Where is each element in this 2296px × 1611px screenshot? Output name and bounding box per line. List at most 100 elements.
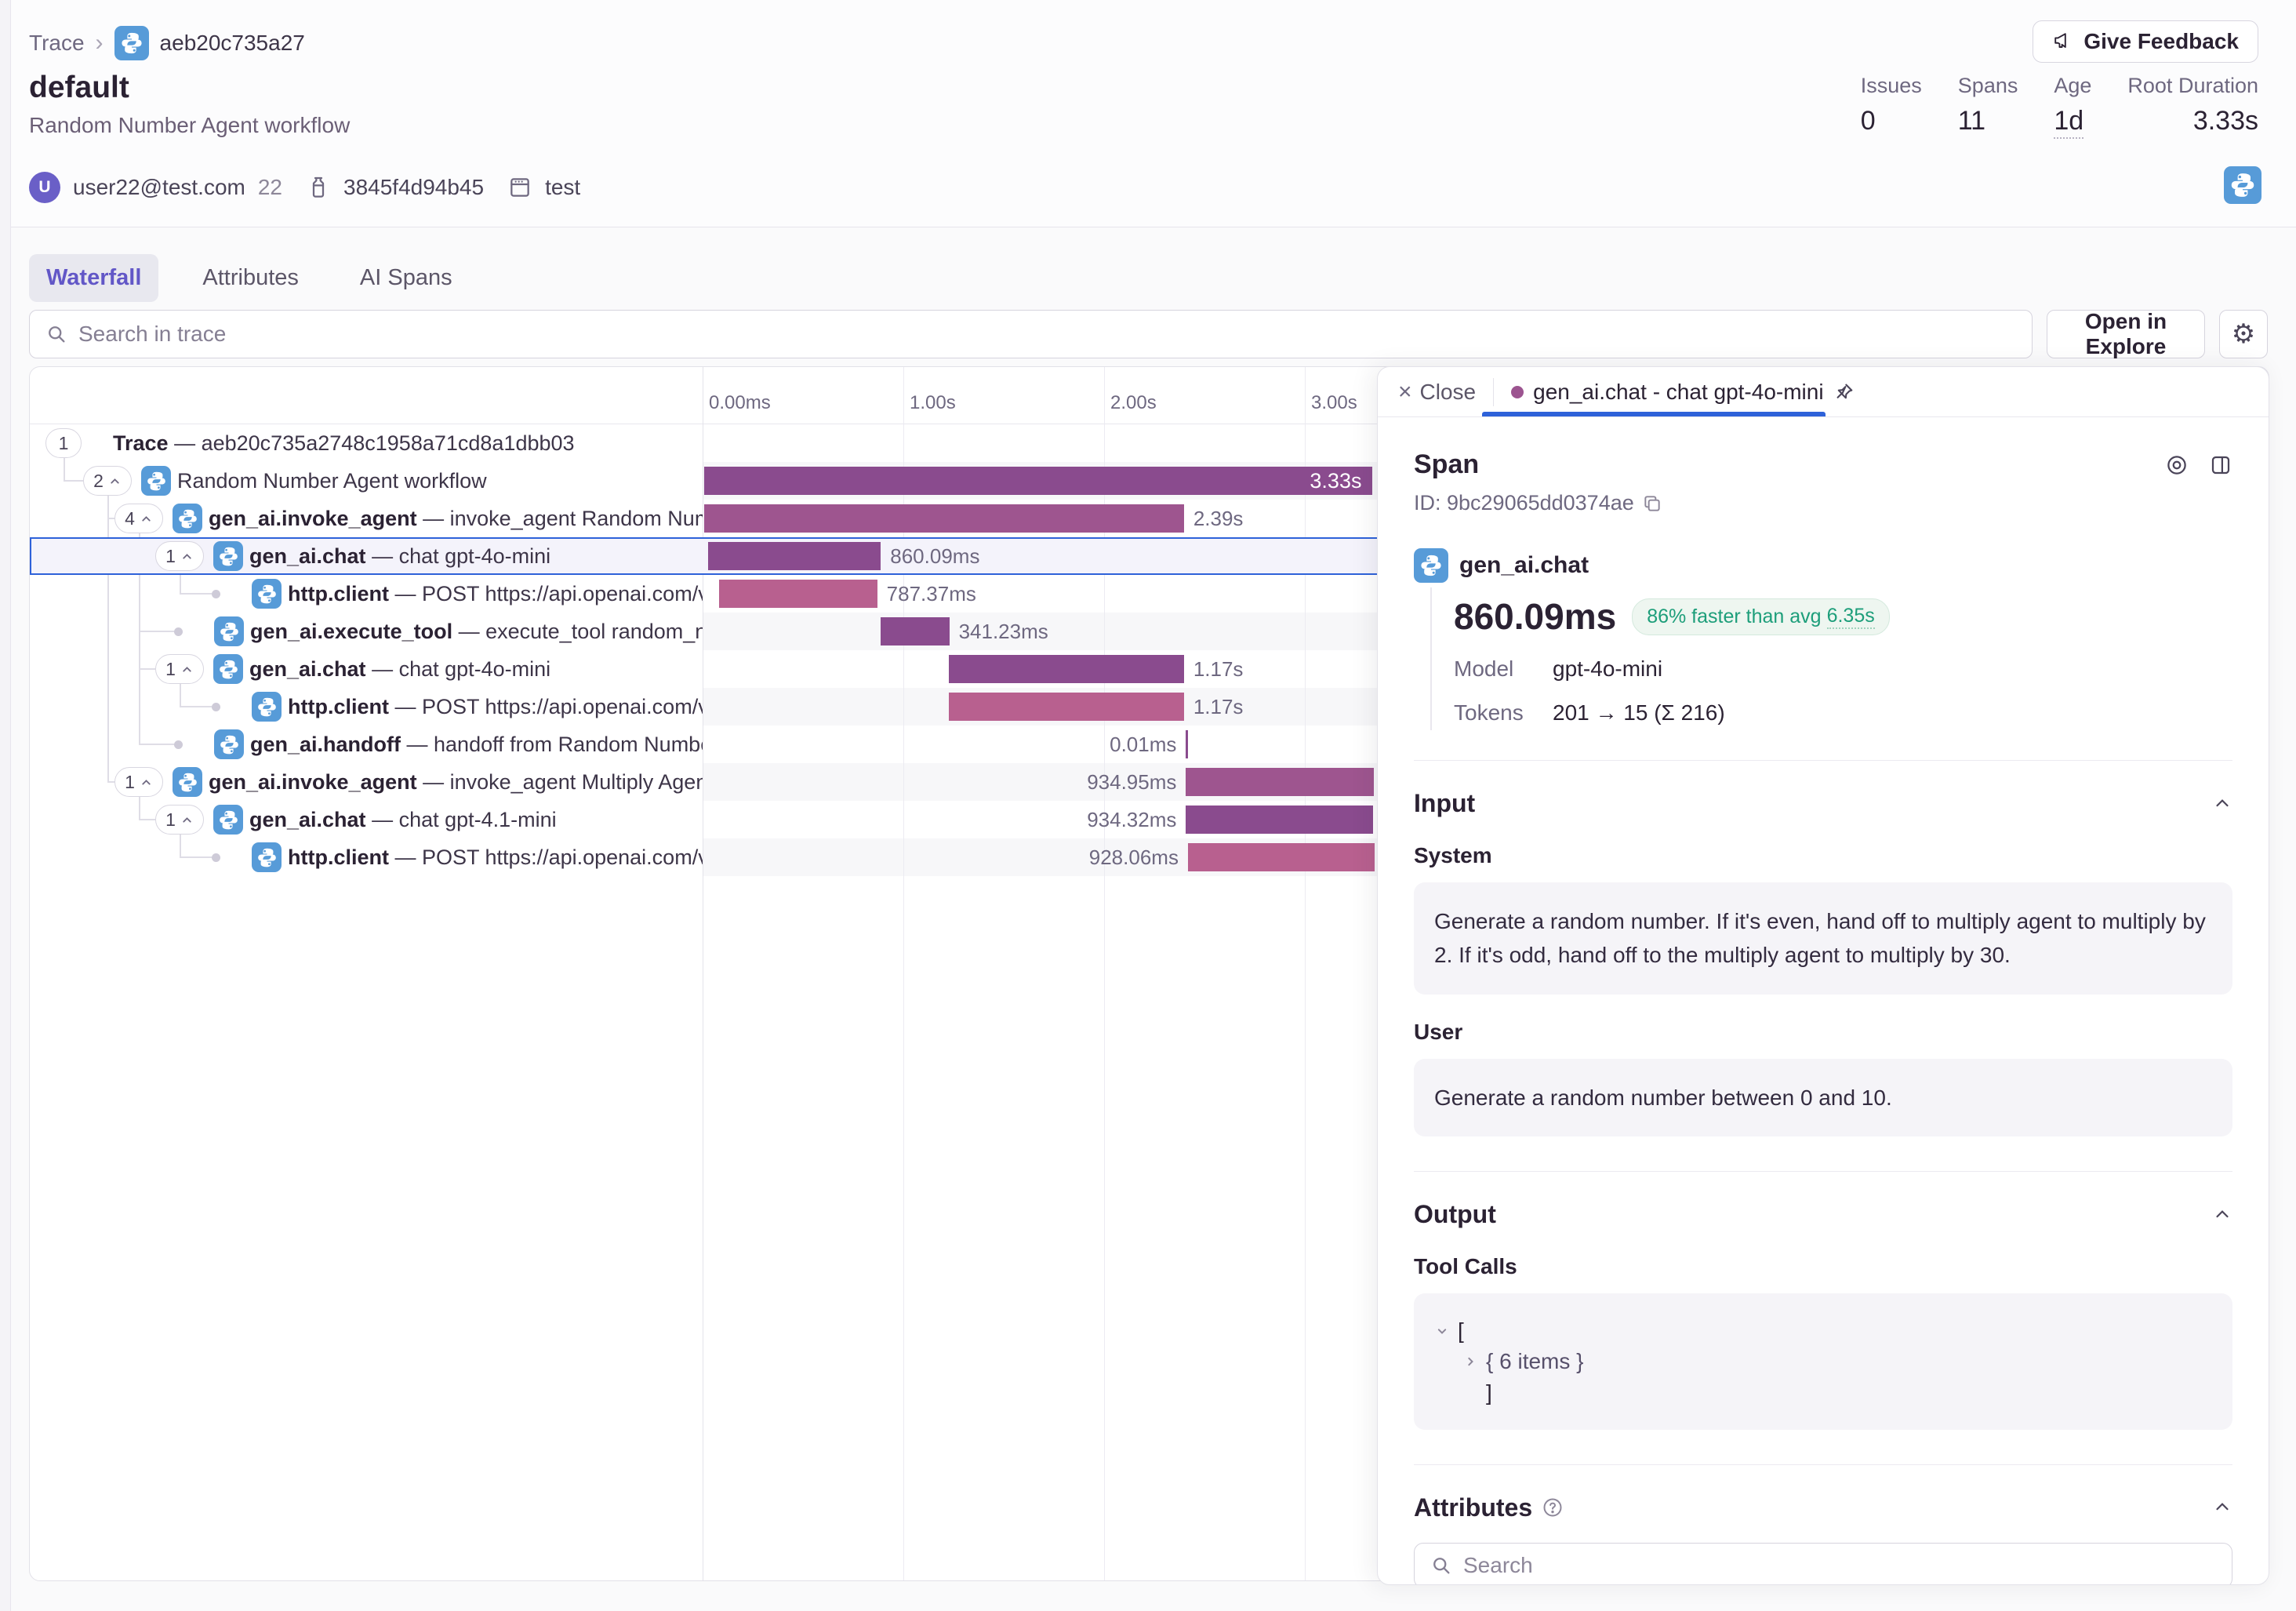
span-heading: Span <box>1414 449 1479 480</box>
input-section-heading: Input <box>1414 789 1475 818</box>
duration-bar[interactable] <box>949 655 1184 683</box>
release-id[interactable]: 3845f4d94b45 <box>343 175 484 200</box>
badge-avg-value: 6.35s <box>1827 605 1875 629</box>
view-tabs: Waterfall Attributes AI Spans <box>29 254 470 302</box>
span-name-label: gen_ai.invoke_agent — invoke_agent Multi… <box>209 763 703 801</box>
duration-bar[interactable] <box>949 693 1184 721</box>
system-label: System <box>1414 843 2232 868</box>
side-panel-icon[interactable] <box>2209 453 2232 477</box>
duration-bar[interactable] <box>704 504 1184 533</box>
duration-bar[interactable] <box>1186 730 1188 758</box>
stat-value: 11 <box>1958 106 2018 136</box>
span-count-chip[interactable]: 1 <box>155 805 204 835</box>
environment-value[interactable]: test <box>545 175 580 200</box>
chevron-up-icon[interactable] <box>2212 1497 2232 1518</box>
json-close-bracket: ] <box>1486 1377 1492 1408</box>
duration-label: 928.06ms <box>1089 838 1179 876</box>
span-count-chip[interactable]: 1 <box>155 654 204 684</box>
tab-waterfall[interactable]: Waterfall <box>29 254 158 302</box>
section-divider <box>1414 760 2232 761</box>
duration-label: 860.09ms <box>890 537 979 575</box>
close-icon[interactable]: × <box>1398 379 1412 405</box>
collapse-caret-icon <box>108 475 122 488</box>
duration-bar[interactable] <box>1186 768 1373 796</box>
json-collapsed-object[interactable]: { 6 items } <box>1486 1346 1584 1376</box>
stat-issues: Issues 0 <box>1861 74 1922 136</box>
span-id: ID: 9bc29065dd0374ae <box>1414 491 1634 515</box>
span-name-label: gen_ai.handoff — handoff from Random Num… <box>250 725 703 763</box>
attributes-section-heading: Attributes <box>1414 1493 1532 1522</box>
section-divider <box>1414 1171 2232 1172</box>
span-count-chip[interactable]: 1 <box>114 767 163 797</box>
span-count-chip[interactable]: 2 <box>83 466 132 496</box>
python-icon <box>173 767 202 797</box>
duration-bar[interactable] <box>708 542 881 570</box>
user-count: 22 <box>258 175 282 200</box>
tree-node-dot <box>212 590 220 598</box>
breadcrumb-trace-link[interactable]: Trace <box>29 31 85 56</box>
tokens-label: Tokens <box>1454 700 1553 725</box>
environment-icon <box>507 175 532 200</box>
tokens-value: 201 → 15 (Σ 216) <box>1553 700 1725 725</box>
collapse-caret-icon <box>180 550 194 563</box>
breadcrumb-trace-id: aeb20c735a27 <box>160 31 305 56</box>
duration-label: 2.39s <box>1193 500 1244 537</box>
span-count-chip[interactable]: 1 <box>155 541 204 571</box>
close-button[interactable]: Close <box>1420 380 1477 405</box>
attributes-search-input[interactable]: Search <box>1414 1543 2232 1584</box>
trace-search-placeholder: Search in trace <box>78 322 226 347</box>
attributes-search-placeholder: Search <box>1463 1553 1533 1578</box>
section-divider <box>1414 1464 2232 1465</box>
chevron-up-icon[interactable] <box>2212 1205 2232 1225</box>
duration-label: 1.17s <box>1193 688 1244 725</box>
copy-icon[interactable] <box>1642 493 1662 514</box>
duration-label: 934.95ms <box>1087 763 1176 801</box>
span-duration: 860.09ms <box>1454 595 1616 638</box>
duration-bar[interactable] <box>704 467 1372 495</box>
span-name-label: http.client — POST https://api.openai.co… <box>288 838 703 876</box>
duration-bar[interactable] <box>719 580 877 608</box>
duration-label: 3.33s <box>1310 462 1361 500</box>
python-icon <box>173 504 202 533</box>
span-name-label: gen_ai.chat — chat gpt-4.1-mini <box>249 801 557 838</box>
python-icon <box>114 26 149 60</box>
stat-value: 3.33s <box>2127 106 2258 136</box>
user-email[interactable]: user22@test.com <box>73 175 245 200</box>
python-icon <box>1414 548 1448 583</box>
chevron-up-icon[interactable] <box>2212 794 2232 814</box>
focus-span-icon[interactable] <box>2165 453 2189 477</box>
duration-bar[interactable] <box>1188 843 1375 871</box>
stat-value[interactable]: 1d <box>2054 106 2091 136</box>
left-rail <box>0 0 11 1611</box>
output-section-heading: Output <box>1414 1200 1496 1229</box>
span-count-chip[interactable]: 4 <box>114 504 163 533</box>
topbar-divider <box>1493 378 1494 406</box>
open-in-explore-button[interactable]: Open in Explore <box>2047 310 2205 358</box>
duration-label: 787.37ms <box>887 575 976 613</box>
json-open-bracket: [ <box>1458 1315 1464 1346</box>
megaphone-icon <box>2052 31 2074 53</box>
gear-icon: ⚙ <box>2232 318 2255 350</box>
tab-attributes[interactable]: Attributes <box>185 254 316 302</box>
span-details-drawer: × Close gen_ai.chat - chat gpt-4o-mini S… <box>1377 366 2269 1585</box>
settings-button[interactable]: ⚙ <box>2219 310 2268 358</box>
help-icon[interactable] <box>1542 1496 1564 1518</box>
span-count-chip[interactable]: 1 <box>45 428 82 458</box>
chevron-right-icon[interactable] <box>1462 1354 1478 1369</box>
give-feedback-button[interactable]: Give Feedback <box>2033 20 2258 63</box>
duration-bar[interactable] <box>881 617 949 645</box>
stat-spans: Spans 11 <box>1958 74 2018 136</box>
tab-ai-spans[interactable]: AI Spans <box>343 254 470 302</box>
user-prompt-box: Generate a random number between 0 and 1… <box>1414 1059 2232 1136</box>
tree-node-dot <box>212 703 220 711</box>
pin-icon[interactable] <box>1833 381 1855 403</box>
stat-age: Age 1d <box>2054 74 2091 136</box>
trace-search-input[interactable]: Search in trace <box>29 310 2033 358</box>
python-icon <box>252 579 282 609</box>
collapse-caret-icon <box>140 512 153 525</box>
tool-calls-json-box: [ { 6 items } ] <box>1414 1293 2232 1430</box>
release-icon <box>306 175 331 200</box>
chevron-down-icon[interactable] <box>1434 1323 1450 1339</box>
drawer-tab-gen-ai-chat[interactable]: gen_ai.chat - chat gpt-4o-mini <box>1511 380 1855 405</box>
duration-bar[interactable] <box>1186 806 1373 834</box>
